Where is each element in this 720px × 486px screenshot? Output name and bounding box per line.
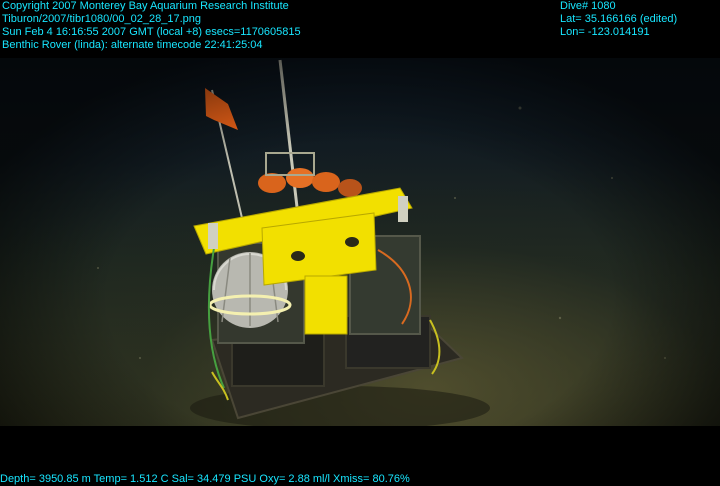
sensor-readout-text: Depth= 3950.85 m Temp= 1.512 C Sal= 34.4… (0, 473, 410, 485)
right-end-bracket (398, 196, 408, 222)
benthic-rover-scene (97, 59, 666, 426)
dive-number-text: Dive# 1080 (560, 0, 616, 12)
seafloor-video-image (0, 58, 720, 426)
yellow-vertical-leg (304, 275, 348, 335)
video-frame: Copyright 2007 Monterey Bay Aquarium Res… (0, 0, 720, 486)
longitude-text: Lon= -123.014191 (560, 26, 650, 38)
orange-flag (205, 88, 238, 130)
metadata-overlay-right: Dive# 1080 Lat= 35.166166 (edited) Lon= … (560, 0, 677, 39)
orange-floats (258, 152, 362, 197)
sensor-readout-overlay: Depth= 3950.85 m Temp= 1.512 C Sal= 34.4… (0, 473, 410, 486)
metadata-overlay-left: Copyright 2007 Monterey Bay Aquarium Res… (2, 0, 301, 52)
file-path-text: Tiburon/2007/tibr1080/00_02_28_17.png (2, 13, 201, 25)
copyright-text: Copyright 2007 Monterey Bay Aquarium Res… (2, 0, 289, 12)
latitude-text: Lat= 35.166166 (edited) (560, 13, 678, 25)
center-block-hole-left (291, 251, 305, 261)
rover-timecode-text: Benthic Rover (linda): alternate timecod… (2, 39, 263, 51)
datetime-text: Sun Feb 4 16:16:55 2007 GMT (local +8) e… (2, 26, 301, 38)
left-end-bracket (208, 223, 218, 249)
center-block-hole-right (345, 237, 359, 247)
